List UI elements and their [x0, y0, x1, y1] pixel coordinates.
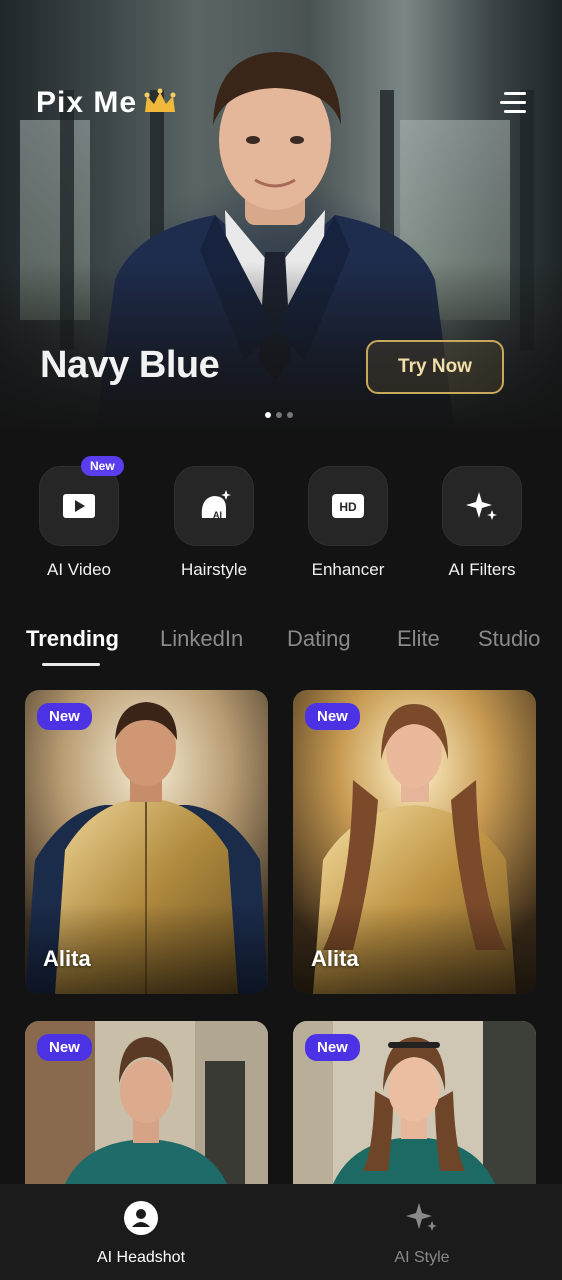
feature-tile[interactable]: AI [174, 466, 254, 546]
hamburger-menu-icon[interactable] [496, 90, 526, 116]
crown-icon [144, 88, 176, 112]
feature-shortcuts: New AI Video AI Hairstyle HD Enhancer AI… [0, 456, 562, 586]
feature-tile[interactable]: HD [308, 466, 388, 546]
style-card[interactable]: New Alita [25, 690, 268, 994]
feature-label: Enhancer [311, 560, 385, 579]
svg-text:HD: HD [339, 500, 357, 514]
card-title: Alita [43, 946, 91, 971]
new-badge: New [81, 456, 124, 476]
hero-title: Navy Blue [40, 344, 220, 386]
svg-text:AI: AI [213, 510, 222, 520]
new-badge: New [305, 703, 360, 730]
bottom-navigation: AI Headshot AI Style [0, 1184, 562, 1280]
feature-label: Hairstyle [180, 560, 248, 579]
new-badge: New [37, 703, 92, 730]
pagination-dot[interactable] [276, 412, 282, 418]
feature-label: AI Video [47, 560, 111, 579]
style-card[interactable]: New Alita [293, 690, 536, 994]
active-tab-indicator [42, 663, 100, 666]
sparkle-icon [466, 492, 497, 520]
pagination-dot[interactable] [265, 412, 271, 418]
nav-label: AI Headshot [96, 1249, 186, 1266]
new-badge: New [37, 1034, 92, 1061]
feature-ai-video[interactable]: New AI Video [19, 456, 139, 580]
tab-elite[interactable]: Elite [397, 626, 440, 652]
hero-banner[interactable]: Pix Me Navy Blue Try Now [0, 0, 562, 432]
feature-tile[interactable] [442, 466, 522, 546]
carousel-pagination[interactable] [265, 412, 293, 418]
feature-ai-filters[interactable]: AI Filters [422, 466, 542, 580]
play-icon [63, 494, 95, 518]
feature-hairstyle[interactable]: AI Hairstyle [154, 466, 274, 580]
tab-studio[interactable]: Studio [478, 626, 540, 652]
user-icon [124, 1201, 158, 1235]
brand-name: Pix Me [36, 86, 138, 119]
feature-tile[interactable]: New [39, 456, 124, 546]
pagination-dot[interactable] [287, 412, 293, 418]
ai-hairstyle-icon: AI [201, 490, 231, 520]
tab-trending[interactable]: Trending [26, 626, 119, 652]
try-now-button[interactable]: Try Now [366, 340, 504, 394]
nav-ai-headshot[interactable]: AI Headshot [61, 1200, 221, 1267]
nav-label: AI Style [394, 1249, 450, 1266]
hd-icon: HD [332, 494, 364, 518]
feature-enhancer[interactable]: HD Enhancer [288, 466, 408, 580]
style-card[interactable]: New [293, 1021, 536, 1184]
tab-dating[interactable]: Dating [287, 626, 351, 652]
card-title: Alita [311, 946, 359, 971]
sparkle-icon [406, 1203, 437, 1231]
feature-label: AI Filters [448, 560, 516, 579]
new-badge: New [305, 1034, 360, 1061]
tab-linkedin[interactable]: LinkedIn [160, 626, 243, 652]
app-logo: Pix Me [36, 86, 177, 120]
style-card[interactable]: New [25, 1021, 268, 1184]
nav-ai-style[interactable]: AI Style [342, 1200, 502, 1267]
